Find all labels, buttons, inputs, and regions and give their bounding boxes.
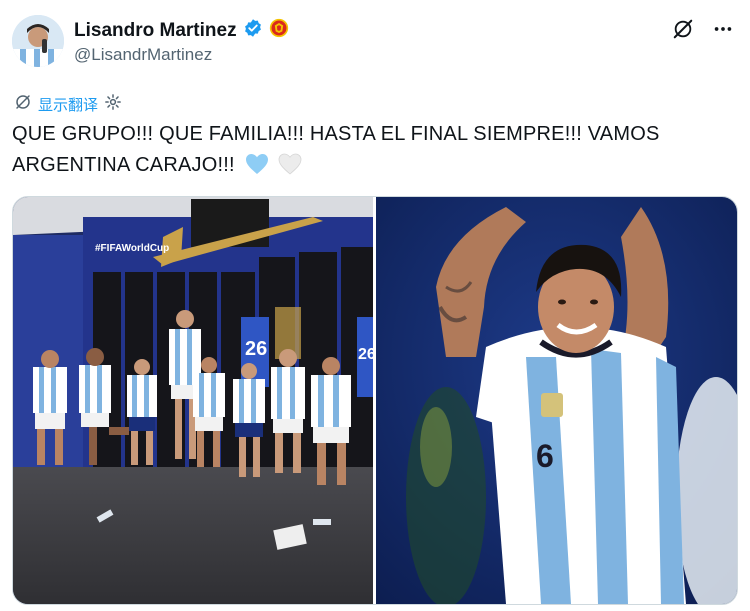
player-celebrating-photo[interactable]: 6 <box>376 197 737 604</box>
tweet-text: QUE GRUPO!!! QUE FAMILIA!!! HASTA EL FIN… <box>12 119 732 185</box>
sign-26-b: 26 <box>358 346 373 363</box>
white-heart-icon <box>278 153 302 185</box>
sign-fifa-hashtag: #FIFAWorldCup <box>95 243 169 254</box>
more-horizontal-icon[interactable] <box>712 18 734 40</box>
club-crest-icon[interactable] <box>269 18 289 43</box>
grok-icon[interactable] <box>672 18 694 40</box>
verified-badge-icon <box>243 18 263 43</box>
light-blue-heart-icon <box>245 153 269 185</box>
sign-26-a: 26 <box>245 338 267 360</box>
team-locker-room-photo[interactable]: #FIFAWorldCup 26 26 <box>13 197 373 604</box>
display-name[interactable]: Lisandro Martinez <box>74 20 237 42</box>
shirt-number: 6 <box>536 438 554 474</box>
tweet-media[interactable]: #FIFAWorldCup 26 26 <box>12 196 738 605</box>
show-translation-link[interactable]: 显示翻译 <box>38 94 98 115</box>
gear-icon[interactable] <box>104 93 122 115</box>
avatar[interactable] <box>12 15 64 67</box>
tweet-body: QUE GRUPO!!! QUE FAMILIA!!! HASTA EL FIN… <box>12 123 660 176</box>
user-handle[interactable]: @LisandrMartinez <box>74 45 212 65</box>
translate-icon[interactable] <box>14 93 32 115</box>
